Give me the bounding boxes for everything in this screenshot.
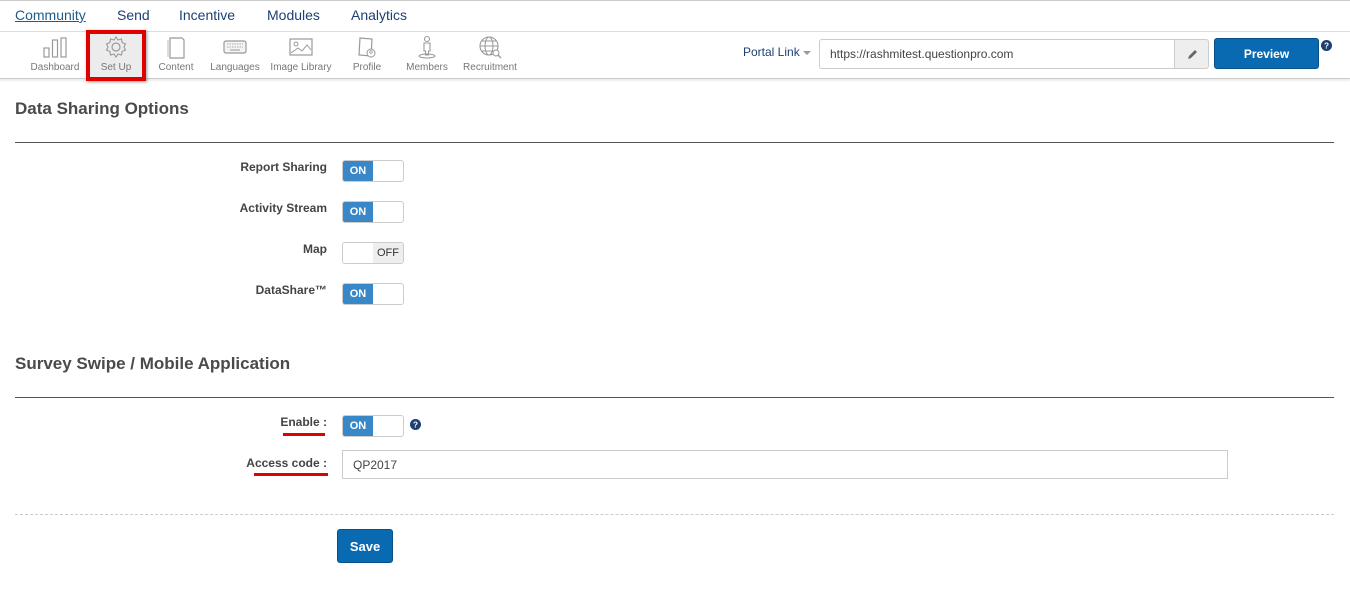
toolbar-label: Members bbox=[406, 62, 448, 73]
top-navigation: Community Send Incentive Modules Analyti… bbox=[0, 0, 1350, 32]
toolbar-item-recruitment[interactable]: Recruitment bbox=[460, 32, 520, 78]
datashare-toggle[interactable]: ON bbox=[342, 283, 404, 305]
toolbar-label: Profile bbox=[352, 62, 382, 73]
toolbar-label: Dashboard bbox=[30, 62, 80, 73]
section-divider bbox=[15, 397, 1334, 398]
toolbar-item-members[interactable]: Members bbox=[402, 32, 452, 78]
edit-url-button[interactable] bbox=[1174, 39, 1209, 69]
report-sharing-label: Report Sharing bbox=[240, 160, 327, 174]
portal-url-input[interactable] bbox=[819, 39, 1175, 69]
map-toggle[interactable]: OFF bbox=[342, 242, 404, 264]
toolbar-item-dashboard[interactable]: Dashboard bbox=[26, 32, 84, 78]
toggle-state: OFF bbox=[373, 243, 403, 263]
toolbar-label: Set Up bbox=[100, 62, 132, 73]
toolbar-item-languages[interactable]: Languages bbox=[206, 32, 264, 78]
map-label: Map bbox=[303, 242, 327, 256]
question-circle-icon[interactable]: ? bbox=[410, 419, 421, 430]
enable-label: Enable : bbox=[280, 415, 327, 429]
svg-text:?: ? bbox=[413, 421, 418, 430]
tab-incentive[interactable]: Incentive bbox=[179, 7, 235, 23]
caret-down-icon bbox=[802, 50, 811, 55]
preview-button[interactable]: Preview bbox=[1214, 38, 1319, 69]
pencil-icon bbox=[1188, 50, 1197, 59]
tab-send[interactable]: Send bbox=[117, 7, 150, 23]
datashare-label: DataShare™ bbox=[255, 283, 327, 297]
annotation-underline bbox=[283, 433, 325, 436]
toolbar-item-setup[interactable]: Set Up bbox=[90, 32, 142, 78]
access-code-input[interactable] bbox=[342, 450, 1228, 479]
annotation-underline bbox=[254, 473, 328, 476]
access-code-label: Access code : bbox=[246, 456, 327, 470]
section-divider bbox=[15, 142, 1334, 143]
svg-text:?: ? bbox=[1324, 42, 1329, 51]
document-icon bbox=[167, 37, 185, 59]
toolbar-label: Recruitment bbox=[463, 62, 517, 73]
profile-icon bbox=[358, 37, 376, 58]
activity-stream-label: Activity Stream bbox=[239, 201, 327, 215]
form-divider bbox=[15, 514, 1334, 515]
toolbar-label: Languages bbox=[210, 62, 260, 73]
tab-modules[interactable]: Modules bbox=[267, 7, 320, 23]
activity-stream-toggle[interactable]: ON bbox=[342, 201, 404, 223]
tab-analytics[interactable]: Analytics bbox=[351, 7, 407, 23]
toolbar-item-image-library[interactable]: Image Library bbox=[268, 32, 334, 78]
enable-toggle[interactable]: ON bbox=[342, 415, 404, 437]
toggle-state: ON bbox=[343, 416, 373, 436]
toggle-state: ON bbox=[343, 161, 373, 181]
portal-link-dropdown[interactable]: Portal Link bbox=[743, 45, 811, 59]
keyboard-icon bbox=[223, 40, 247, 54]
toggle-state: ON bbox=[343, 202, 373, 222]
survey-swipe-title: Survey Swipe / Mobile Application bbox=[15, 354, 291, 373]
toolbar-label: Image Library bbox=[270, 62, 332, 73]
toolbar-label: Content bbox=[158, 62, 194, 73]
data-sharing-title: Data Sharing Options bbox=[15, 99, 189, 118]
toggle-state: ON bbox=[343, 284, 373, 304]
toolbar-item-content[interactable]: Content bbox=[150, 32, 202, 78]
bar-chart-icon bbox=[43, 37, 67, 58]
tab-community[interactable]: Community bbox=[15, 7, 86, 23]
report-sharing-toggle[interactable]: ON bbox=[342, 160, 404, 182]
gear-icon bbox=[105, 36, 127, 58]
save-button[interactable]: Save bbox=[337, 529, 393, 563]
portal-link-label: Portal Link bbox=[743, 45, 800, 59]
toolbar-item-profile[interactable]: Profile bbox=[346, 32, 388, 78]
question-circle-icon[interactable]: ? bbox=[1321, 40, 1332, 51]
member-icon bbox=[418, 35, 436, 59]
image-icon bbox=[289, 38, 313, 56]
globe-search-icon bbox=[479, 36, 502, 59]
